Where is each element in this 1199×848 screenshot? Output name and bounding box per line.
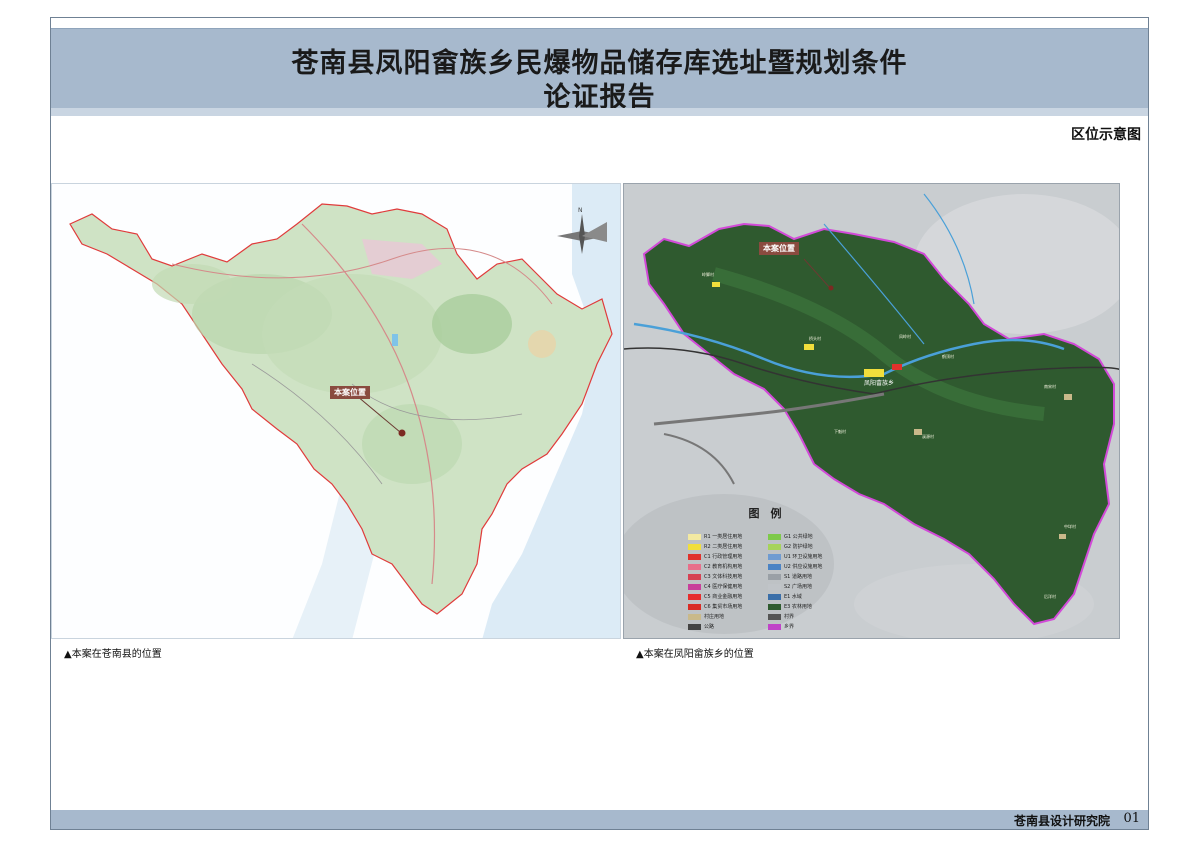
legend-label: R2 二类居住用地 xyxy=(704,544,743,550)
place-label: 中垟村 xyxy=(1064,524,1076,529)
page-number: 01 xyxy=(1123,811,1140,826)
legend-swatch xyxy=(768,593,781,600)
svg-text:N: N xyxy=(578,207,583,214)
legend-swatch xyxy=(768,603,781,610)
footer-org: 苍南县设计研究院 xyxy=(1013,814,1110,828)
legend-label: C6 集贸市场用地 xyxy=(704,604,743,610)
place-label: 桥头村 xyxy=(809,336,821,341)
legend-swatch xyxy=(688,593,701,600)
legend-swatch xyxy=(688,583,701,590)
footer-bar: 苍南县设计研究院 01 xyxy=(51,810,1148,829)
right-map-caption: ▲本案在凤阳畲族乡的位置 xyxy=(636,649,754,660)
legend-label: U1 环卫设施用地 xyxy=(784,554,823,560)
legend-swatch xyxy=(688,543,701,550)
section-label: 区位示意图 xyxy=(1071,127,1141,143)
legend-swatch xyxy=(768,613,781,620)
place-label: 凤岭村 xyxy=(899,334,911,339)
legend-swatch xyxy=(688,623,701,630)
legend-item: 乡界 xyxy=(768,623,794,631)
legend-label: C5 商业金融用地 xyxy=(704,594,743,600)
legend-item: C3 文体科技用地 xyxy=(688,573,742,581)
legend-item: R1 一类居住用地 xyxy=(688,533,742,541)
legend-item: C4 医疗保健用地 xyxy=(688,583,742,591)
legend-label: C1 行政管理用地 xyxy=(704,554,743,560)
legend-label: 乡界 xyxy=(784,624,795,630)
legend-swatch xyxy=(768,623,781,630)
place-label: 南宋村 xyxy=(1044,384,1056,389)
legend-item: U2 供应设施用地 xyxy=(768,563,822,571)
county-location-map: N 本案位置 xyxy=(51,183,621,639)
map-legend: 图 例 R1 一类居住用地 R2 二类居住用地 C1 行政管理用地 C2 教育机构用地… xyxy=(680,505,850,635)
legend-swatch xyxy=(688,613,701,620)
legend-item: 村庄用地 xyxy=(688,613,724,621)
legend-item: E3 农林用地 xyxy=(768,603,812,611)
legend-item: C6 集贸市场用地 xyxy=(688,603,742,611)
project-location-marker: 本案位置 xyxy=(330,386,370,399)
legend-item: S1 道路用地 xyxy=(768,573,812,581)
legend-item: S2 广场用地 xyxy=(768,583,812,591)
legend-label: C3 文体科技用地 xyxy=(704,574,743,580)
legend-swatch xyxy=(688,563,701,570)
legend-label: E1 水域 xyxy=(784,594,802,600)
legend-label: S2 广场用地 xyxy=(784,584,812,590)
place-label: 岭脚村 xyxy=(702,272,714,277)
legend-label: 村界 xyxy=(784,614,795,620)
legend-swatch xyxy=(768,543,781,550)
place-label: 后洋村 xyxy=(1044,594,1056,599)
legend-item: E1 水域 xyxy=(768,593,802,601)
legend-swatch xyxy=(768,573,781,580)
legend-label: C4 医疗保健用地 xyxy=(704,584,743,590)
header-band xyxy=(51,108,1148,116)
project-location-marker-township: 本案位置 xyxy=(759,242,799,255)
legend-swatch xyxy=(768,583,781,590)
legend-item: 村界 xyxy=(768,613,794,621)
place-label: 下魁村 xyxy=(834,429,846,434)
legend-item: 公路 xyxy=(688,623,714,631)
legend-label: R1 一类居住用地 xyxy=(704,534,743,540)
legend-item: C5 商业金融用地 xyxy=(688,593,742,601)
legend-title: 图 例 xyxy=(748,507,782,520)
legend-swatch xyxy=(688,603,701,610)
legend-label: U2 供应设施用地 xyxy=(784,564,823,570)
legend-item: G1 公共绿地 xyxy=(768,533,813,541)
legend-swatch xyxy=(688,573,701,580)
left-map-caption: ▲本案在苍南县的位置 xyxy=(64,649,162,660)
legend-swatch xyxy=(768,563,781,570)
legend-swatch xyxy=(768,553,781,560)
legend-label: G1 公共绿地 xyxy=(784,534,813,540)
header-bar: 苍南县凤阳畲族乡民爆物品储存库选址暨规划条件 论证报告 xyxy=(51,28,1148,113)
legend-swatch xyxy=(688,553,701,560)
legend-label: 公路 xyxy=(704,624,715,630)
legend-label: S1 道路用地 xyxy=(784,574,812,580)
legend-label: 村庄用地 xyxy=(704,614,725,620)
legend-item: C2 教育机构用地 xyxy=(688,563,742,571)
legend-item: G2 防护绿地 xyxy=(768,543,813,551)
legend-item: C1 行政管理用地 xyxy=(688,553,742,561)
place-label: 溪源村 xyxy=(922,434,934,439)
place-label: 鹤顶村 xyxy=(942,354,954,359)
legend-item: U1 环卫设施用地 xyxy=(768,553,822,561)
legend-swatch xyxy=(688,533,701,540)
legend-label: C2 教育机构用地 xyxy=(704,564,743,570)
legend-label: E3 农林用地 xyxy=(784,604,812,610)
legend-swatch xyxy=(768,533,781,540)
legend-item: R2 二类居住用地 xyxy=(688,543,742,551)
legend-label: G2 防护绿地 xyxy=(784,544,813,550)
county-map-svg: N xyxy=(52,184,620,638)
town-label: 凤阳畲族乡 xyxy=(864,380,895,387)
